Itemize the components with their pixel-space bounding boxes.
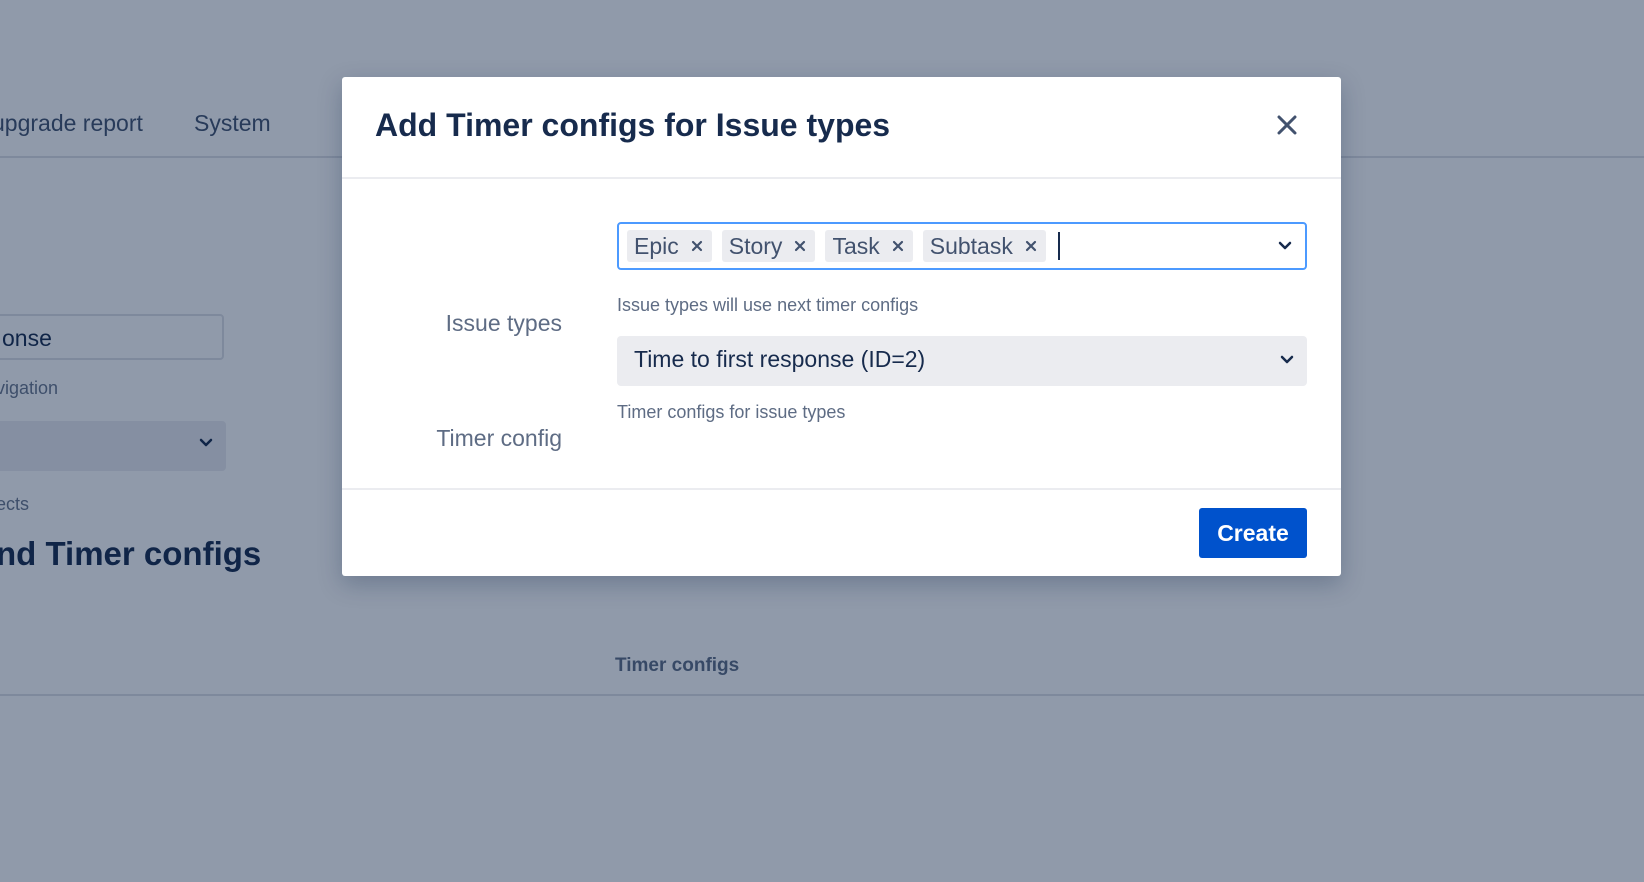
timer-config-value: Time to first response (ID=2) xyxy=(634,346,926,372)
remove-task-button[interactable] xyxy=(890,238,906,254)
close-icon xyxy=(1025,240,1036,252)
modal-title: Add Timer configs for Issue types xyxy=(375,107,891,143)
add-timer-configs-dialog: Add Timer configs for Issue types Issue … xyxy=(342,77,1341,576)
modal-header: Add Timer configs for Issue types xyxy=(342,77,1341,179)
timer-config-help-text: Timer configs for issue types xyxy=(617,402,846,422)
chip-label: Story xyxy=(728,232,783,259)
create-button[interactable]: Create xyxy=(1199,508,1307,558)
close-icon xyxy=(1277,115,1297,135)
close-icon xyxy=(691,240,702,252)
chevron-down-icon xyxy=(1280,355,1294,364)
issue-type-chip: Story xyxy=(721,230,816,262)
modal-footer xyxy=(342,488,1341,578)
text-cursor xyxy=(1057,232,1060,260)
timer-config-select[interactable]: Time to first response (ID=2) xyxy=(617,336,1307,386)
close-icon xyxy=(795,240,806,252)
remove-subtask-button[interactable] xyxy=(1023,238,1039,254)
close-icon xyxy=(892,240,903,252)
close-button[interactable] xyxy=(1272,110,1302,140)
issue-type-chip: Task xyxy=(825,230,913,262)
chip-label: Task xyxy=(832,232,880,259)
issue-types-multiselect[interactable]: Epic Story Task Subtask xyxy=(617,222,1307,270)
chip-label: Subtask xyxy=(929,232,1013,259)
issue-types-help-text: Issue types will use next timer configs xyxy=(617,295,919,315)
remove-story-button[interactable] xyxy=(792,238,808,254)
issue-type-chip: Epic xyxy=(627,230,712,262)
issue-type-chip: Subtask xyxy=(922,230,1046,262)
issue-types-label: Issue types xyxy=(445,310,562,336)
timer-config-label: Timer config xyxy=(436,425,562,451)
chevron-down-icon[interactable] xyxy=(1275,236,1295,256)
remove-epic-button[interactable] xyxy=(689,238,705,254)
chip-label: Epic xyxy=(634,232,679,259)
